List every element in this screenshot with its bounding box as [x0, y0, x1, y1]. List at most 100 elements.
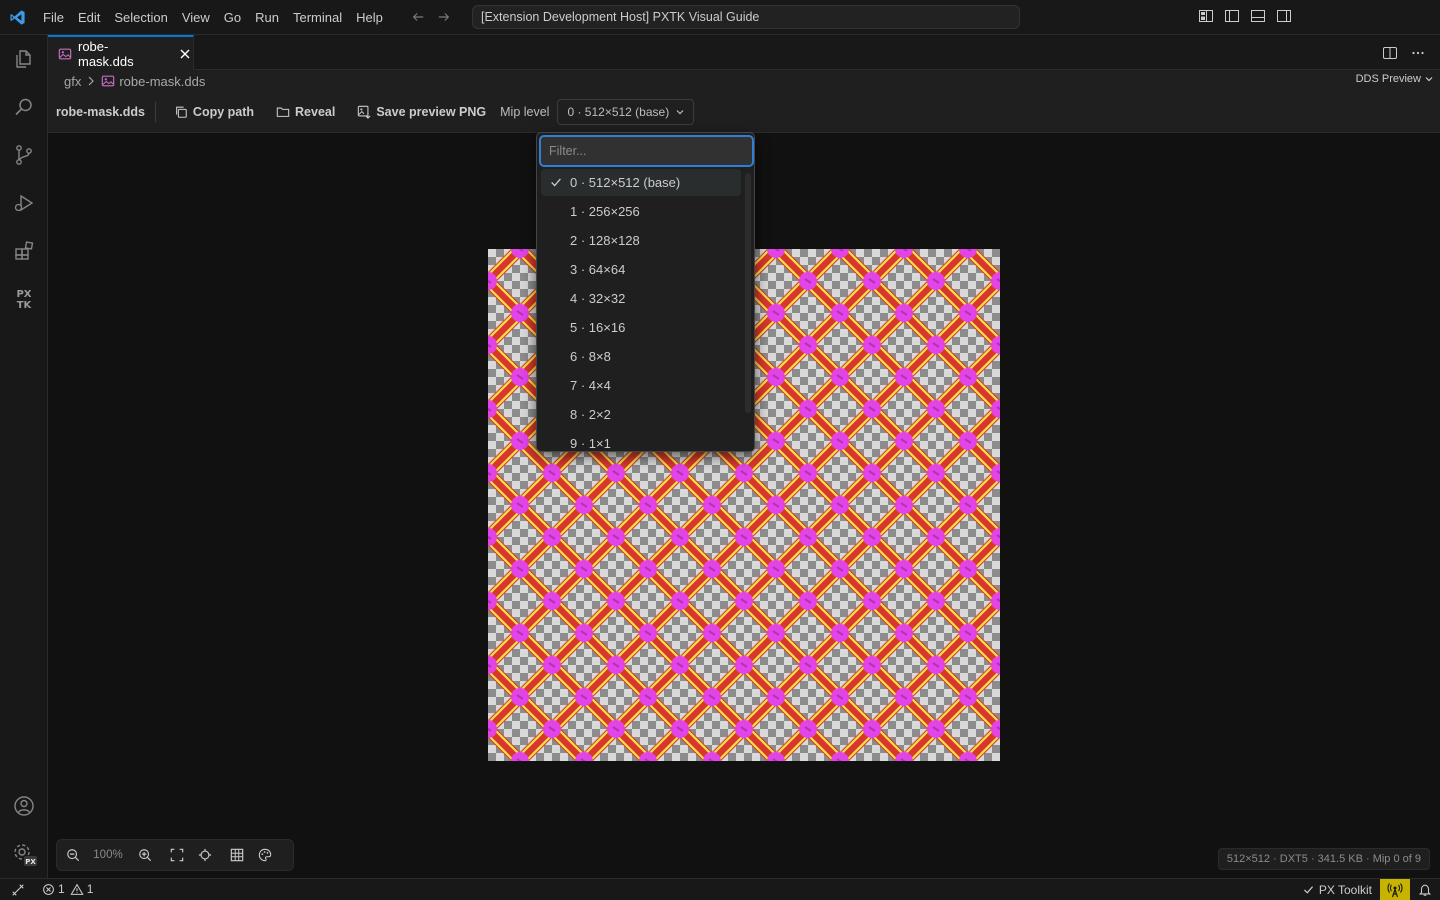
mip-level-label: Mip level — [500, 105, 550, 119]
status-bar: 1 1 PX Toolkit — [0, 878, 1440, 900]
mip-option-6[interactable]: 6 · 8×8 — [541, 343, 741, 370]
mip-option-label: 0 · 512×512 (base) — [570, 175, 681, 190]
check-icon — [1302, 883, 1315, 896]
warning-icon — [70, 883, 84, 896]
error-count: 1 — [58, 882, 65, 896]
save-preview-png-label: Save preview PNG — [376, 105, 487, 119]
back-arrow-icon[interactable] — [410, 9, 426, 25]
mip-option-1[interactable]: 1 · 256×256 — [541, 198, 741, 225]
mip-option-4[interactable]: 4 · 32×32 — [541, 285, 741, 312]
reveal-label: Reveal — [295, 105, 336, 119]
zoom-out-icon[interactable] — [65, 847, 81, 863]
tab-label: robe-mask.dds — [78, 38, 134, 69]
mip-option-label: 8 · 2×2 — [570, 407, 611, 422]
source-control-icon[interactable] — [0, 131, 48, 179]
mip-option-0[interactable]: 0 · 512×512 (base) — [541, 169, 741, 196]
remote-indicator[interactable] — [0, 879, 36, 900]
mip-option-5[interactable]: 5 · 16×16 — [541, 314, 741, 341]
run-debug-icon[interactable] — [0, 179, 48, 227]
mip-option-label: 4 · 32×32 — [570, 291, 626, 306]
notifications-bell-icon[interactable] — [1410, 879, 1440, 900]
mip-option-2[interactable]: 2 · 128×128 — [541, 227, 741, 254]
mip-level-dropdown: 0 · 512×512 (base) 1 · 256×256 2 · 128×1… — [536, 132, 755, 452]
color-palette-icon[interactable] — [257, 847, 273, 863]
texture-info-badge: 512×512 · DXT5 · 341.5 KB · Mip 0 of 9 — [1217, 848, 1430, 870]
folder-icon — [276, 105, 290, 119]
grid-toggle-icon[interactable] — [229, 847, 245, 863]
vscode-logo-icon — [0, 0, 35, 35]
tab-robe-mask[interactable]: robe-mask.dds — [48, 35, 194, 70]
dropdown-scrollbar[interactable] — [745, 173, 751, 413]
toolbar-separator — [154, 102, 156, 122]
px-toolkit-status[interactable]: PX Toolkit — [1294, 883, 1380, 897]
toggle-primary-sidebar-icon[interactable] — [1224, 8, 1240, 24]
breadcrumb-file[interactable]: robe-mask.dds — [119, 74, 205, 89]
copy-path-label: Copy path — [192, 105, 255, 119]
menu-terminal[interactable]: Terminal — [286, 0, 349, 35]
reveal-button[interactable]: Reveal — [276, 105, 335, 119]
mip-option-7[interactable]: 7 · 4×4 — [541, 372, 741, 399]
settings-gear-icon[interactable]: PX — [0, 830, 48, 878]
mip-option-label: 7 · 4×4 — [570, 378, 611, 393]
svg-text:TK: TK — [17, 300, 33, 311]
view-mode-selector[interactable]: DDS Preview — [1356, 73, 1434, 85]
menu-go[interactable]: Go — [217, 0, 248, 35]
command-center[interactable]: [Extension Development Host] PXTK Visual… — [472, 5, 1020, 29]
copy-icon — [174, 105, 188, 119]
svg-text:PX: PX — [25, 858, 36, 866]
activity-bar: PX TK PX — [0, 35, 48, 878]
image-file-icon — [58, 47, 72, 61]
accounts-icon[interactable] — [0, 782, 48, 830]
zoom-bar: 100% — [56, 839, 294, 871]
mip-option-8[interactable]: 8 · 2×2 — [541, 401, 741, 428]
close-icon[interactable] — [177, 46, 193, 62]
menu-edit[interactable]: Edit — [71, 0, 107, 35]
broadcast-icon[interactable] — [1380, 879, 1410, 900]
pxtk-icon[interactable]: PX TK — [0, 275, 48, 323]
mip-option-label: 5 · 16×16 — [570, 320, 626, 335]
zoom-level[interactable]: 100% — [93, 849, 123, 861]
search-icon[interactable] — [0, 83, 48, 131]
mip-level-value: 0 · 512×512 (base) — [567, 105, 670, 119]
menu-selection[interactable]: Selection — [107, 0, 174, 35]
center-view-icon[interactable] — [197, 847, 213, 863]
mip-level-select[interactable]: 0 · 512×512 (base) — [557, 99, 695, 125]
px-toolkit-label: PX Toolkit — [1318, 882, 1372, 897]
menu-file[interactable]: File — [36, 0, 71, 35]
customize-layout-icon[interactable] — [1198, 8, 1214, 24]
zoom-in-icon[interactable] — [137, 847, 153, 863]
copy-path-button[interactable]: Copy path — [174, 105, 254, 119]
chevron-down-icon — [675, 107, 685, 117]
extensions-icon[interactable] — [0, 227, 48, 275]
editor-tabs: robe-mask.dds — [48, 35, 1440, 70]
filter-input[interactable] — [541, 137, 752, 165]
chevron-down-icon — [1424, 74, 1434, 84]
menu-run[interactable]: Run — [248, 0, 286, 35]
mip-option-label: 9 · 1×1 — [570, 436, 611, 451]
save-preview-png-button[interactable]: Save preview PNG — [357, 105, 486, 119]
mip-option-9[interactable]: 9 · 1×1 — [541, 430, 741, 451]
toolbar-file-name: robe-mask.dds — [56, 105, 145, 119]
mip-option-3[interactable]: 3 · 64×64 — [541, 256, 741, 283]
save-image-icon — [357, 105, 371, 119]
menu-help[interactable]: Help — [349, 0, 390, 35]
more-actions-icon[interactable] — [1410, 45, 1426, 61]
split-editor-icon[interactable] — [1382, 45, 1398, 61]
menu-view[interactable]: View — [175, 0, 217, 35]
toggle-secondary-sidebar-icon[interactable] — [1276, 8, 1292, 24]
explorer-icon[interactable] — [0, 35, 48, 83]
error-icon — [42, 883, 55, 896]
problems-indicator[interactable]: 1 1 — [42, 882, 93, 896]
preview-toolbar: robe-mask.dds Copy path Reveal Save prev… — [48, 92, 1440, 133]
breadcrumb-folder[interactable]: gfx — [64, 74, 81, 89]
breadcrumb: gfx robe-mask.dds DDS Preview — [48, 70, 1440, 92]
toggle-panel-icon[interactable] — [1250, 8, 1266, 24]
filter-input-wrapper — [539, 135, 754, 167]
title-bar: File Edit Selection View Go Run Terminal… — [0, 0, 1440, 35]
chevron-right-icon — [85, 75, 97, 87]
menu-bar: File Edit Selection View Go Run Terminal… — [36, 0, 390, 35]
mip-option-label: 1 · 256×256 — [570, 204, 640, 219]
forward-arrow-icon[interactable] — [436, 9, 452, 25]
check-icon — [549, 175, 563, 189]
fit-to-screen-icon[interactable] — [169, 847, 185, 863]
